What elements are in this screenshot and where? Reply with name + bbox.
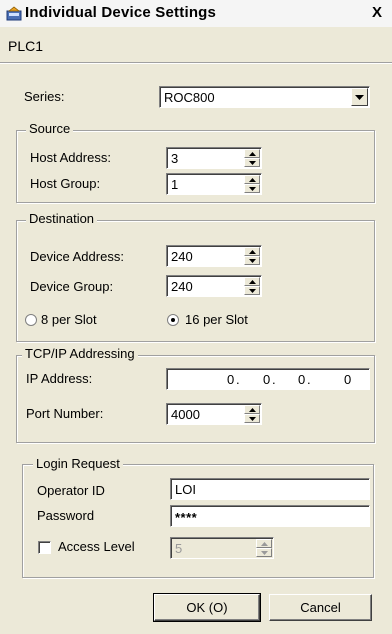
close-button[interactable]: X [372, 4, 382, 21]
series-label: Series: [24, 89, 65, 104]
port-number-value: 4000 [171, 407, 200, 422]
device-group-label: Device Group: [30, 279, 114, 294]
series-dropdown[interactable]: ROC800 [159, 86, 370, 108]
host-address-stepper[interactable]: 3 [166, 147, 262, 169]
password-input[interactable]: **** [170, 505, 370, 527]
operator-id-label: Operator ID [37, 483, 105, 498]
ip-address-input[interactable]: 0 . 0 . 0 . 0 [166, 368, 370, 390]
device-address-label: Device Address: [30, 249, 124, 264]
host-group-stepper[interactable]: 1 [166, 173, 262, 195]
slot-8-label: 8 per Slot [41, 312, 97, 327]
header-divider [0, 62, 392, 64]
device-address-stepper[interactable]: 240 [166, 245, 262, 267]
access-level-label: Access Level [58, 539, 135, 554]
device-address-value: 240 [171, 249, 193, 264]
ip-address-label: IP Address: [26, 371, 93, 386]
ip-dot: . [236, 372, 240, 387]
host-address-label: Host Address: [30, 150, 111, 165]
ip-octet-3: 0 [298, 372, 306, 387]
operator-id-value: LOI [175, 482, 196, 497]
login-legend: Login Request [33, 456, 123, 471]
ip-octet-1: 0 [227, 372, 235, 387]
spin-up-button[interactable] [244, 149, 260, 158]
spin-down-button[interactable] [244, 184, 260, 193]
device-group-stepper[interactable]: 240 [166, 275, 262, 297]
host-group-label: Host Group: [30, 176, 101, 191]
spin-down-button[interactable] [244, 286, 260, 295]
slot-16-label: 16 per Slot [185, 312, 248, 327]
port-number-stepper[interactable]: 4000 [166, 403, 262, 425]
window-title: Individual Device Settings [25, 4, 217, 21]
ip-octet-2: 0 [263, 372, 271, 387]
dialog-window: Individual Device Settings X PLC1 Series… [0, 0, 392, 634]
spin-up-button[interactable] [256, 539, 272, 548]
ip-octet-4: 0 [344, 372, 352, 387]
ok-button[interactable]: OK (O) [153, 593, 261, 622]
spin-arrows-icon[interactable] [244, 247, 260, 265]
port-number-label: Port Number: [26, 406, 104, 421]
access-level-value: 5 [175, 541, 183, 556]
host-address-value: 3 [171, 151, 179, 166]
spin-down-button[interactable] [244, 158, 260, 167]
chevron-down-icon [355, 95, 364, 100]
host-group-value: 1 [171, 177, 179, 192]
spin-up-button[interactable] [244, 277, 260, 286]
password-value: **** [175, 510, 198, 525]
device-group-value: 240 [171, 279, 193, 294]
operator-id-input[interactable]: LOI [170, 478, 370, 500]
access-level-checkbox[interactable] [38, 541, 51, 554]
spin-up-button[interactable] [244, 247, 260, 256]
spin-arrows-icon[interactable] [244, 405, 260, 423]
ip-dot: . [307, 372, 311, 387]
title-bar[interactable]: Individual Device Settings X [0, 0, 392, 27]
dropdown-button[interactable] [351, 88, 368, 106]
spin-down-button[interactable] [244, 256, 260, 265]
spin-down-button[interactable] [244, 414, 260, 423]
spin-arrows-icon[interactable] [244, 277, 260, 295]
spin-up-button[interactable] [244, 175, 260, 184]
tcpip-legend: TCP/IP Addressing [22, 346, 138, 361]
slot-8-radio[interactable] [25, 314, 37, 326]
spin-arrows-icon[interactable] [244, 149, 260, 167]
spin-arrows-icon[interactable] [256, 539, 272, 557]
password-label: Password [37, 508, 95, 523]
slot-16-radio[interactable] [167, 314, 179, 326]
device-settings-icon [6, 6, 22, 21]
destination-legend: Destination [26, 211, 98, 226]
spin-down-button[interactable] [256, 548, 272, 557]
device-name: PLC1 [8, 38, 44, 54]
access-level-stepper[interactable]: 5 [170, 537, 274, 559]
ip-dot: . [272, 372, 276, 387]
series-value: ROC800 [164, 90, 215, 105]
spin-arrows-icon[interactable] [244, 175, 260, 193]
cancel-button[interactable]: Cancel [269, 594, 372, 621]
spin-up-button[interactable] [244, 405, 260, 414]
source-legend: Source [26, 121, 74, 136]
